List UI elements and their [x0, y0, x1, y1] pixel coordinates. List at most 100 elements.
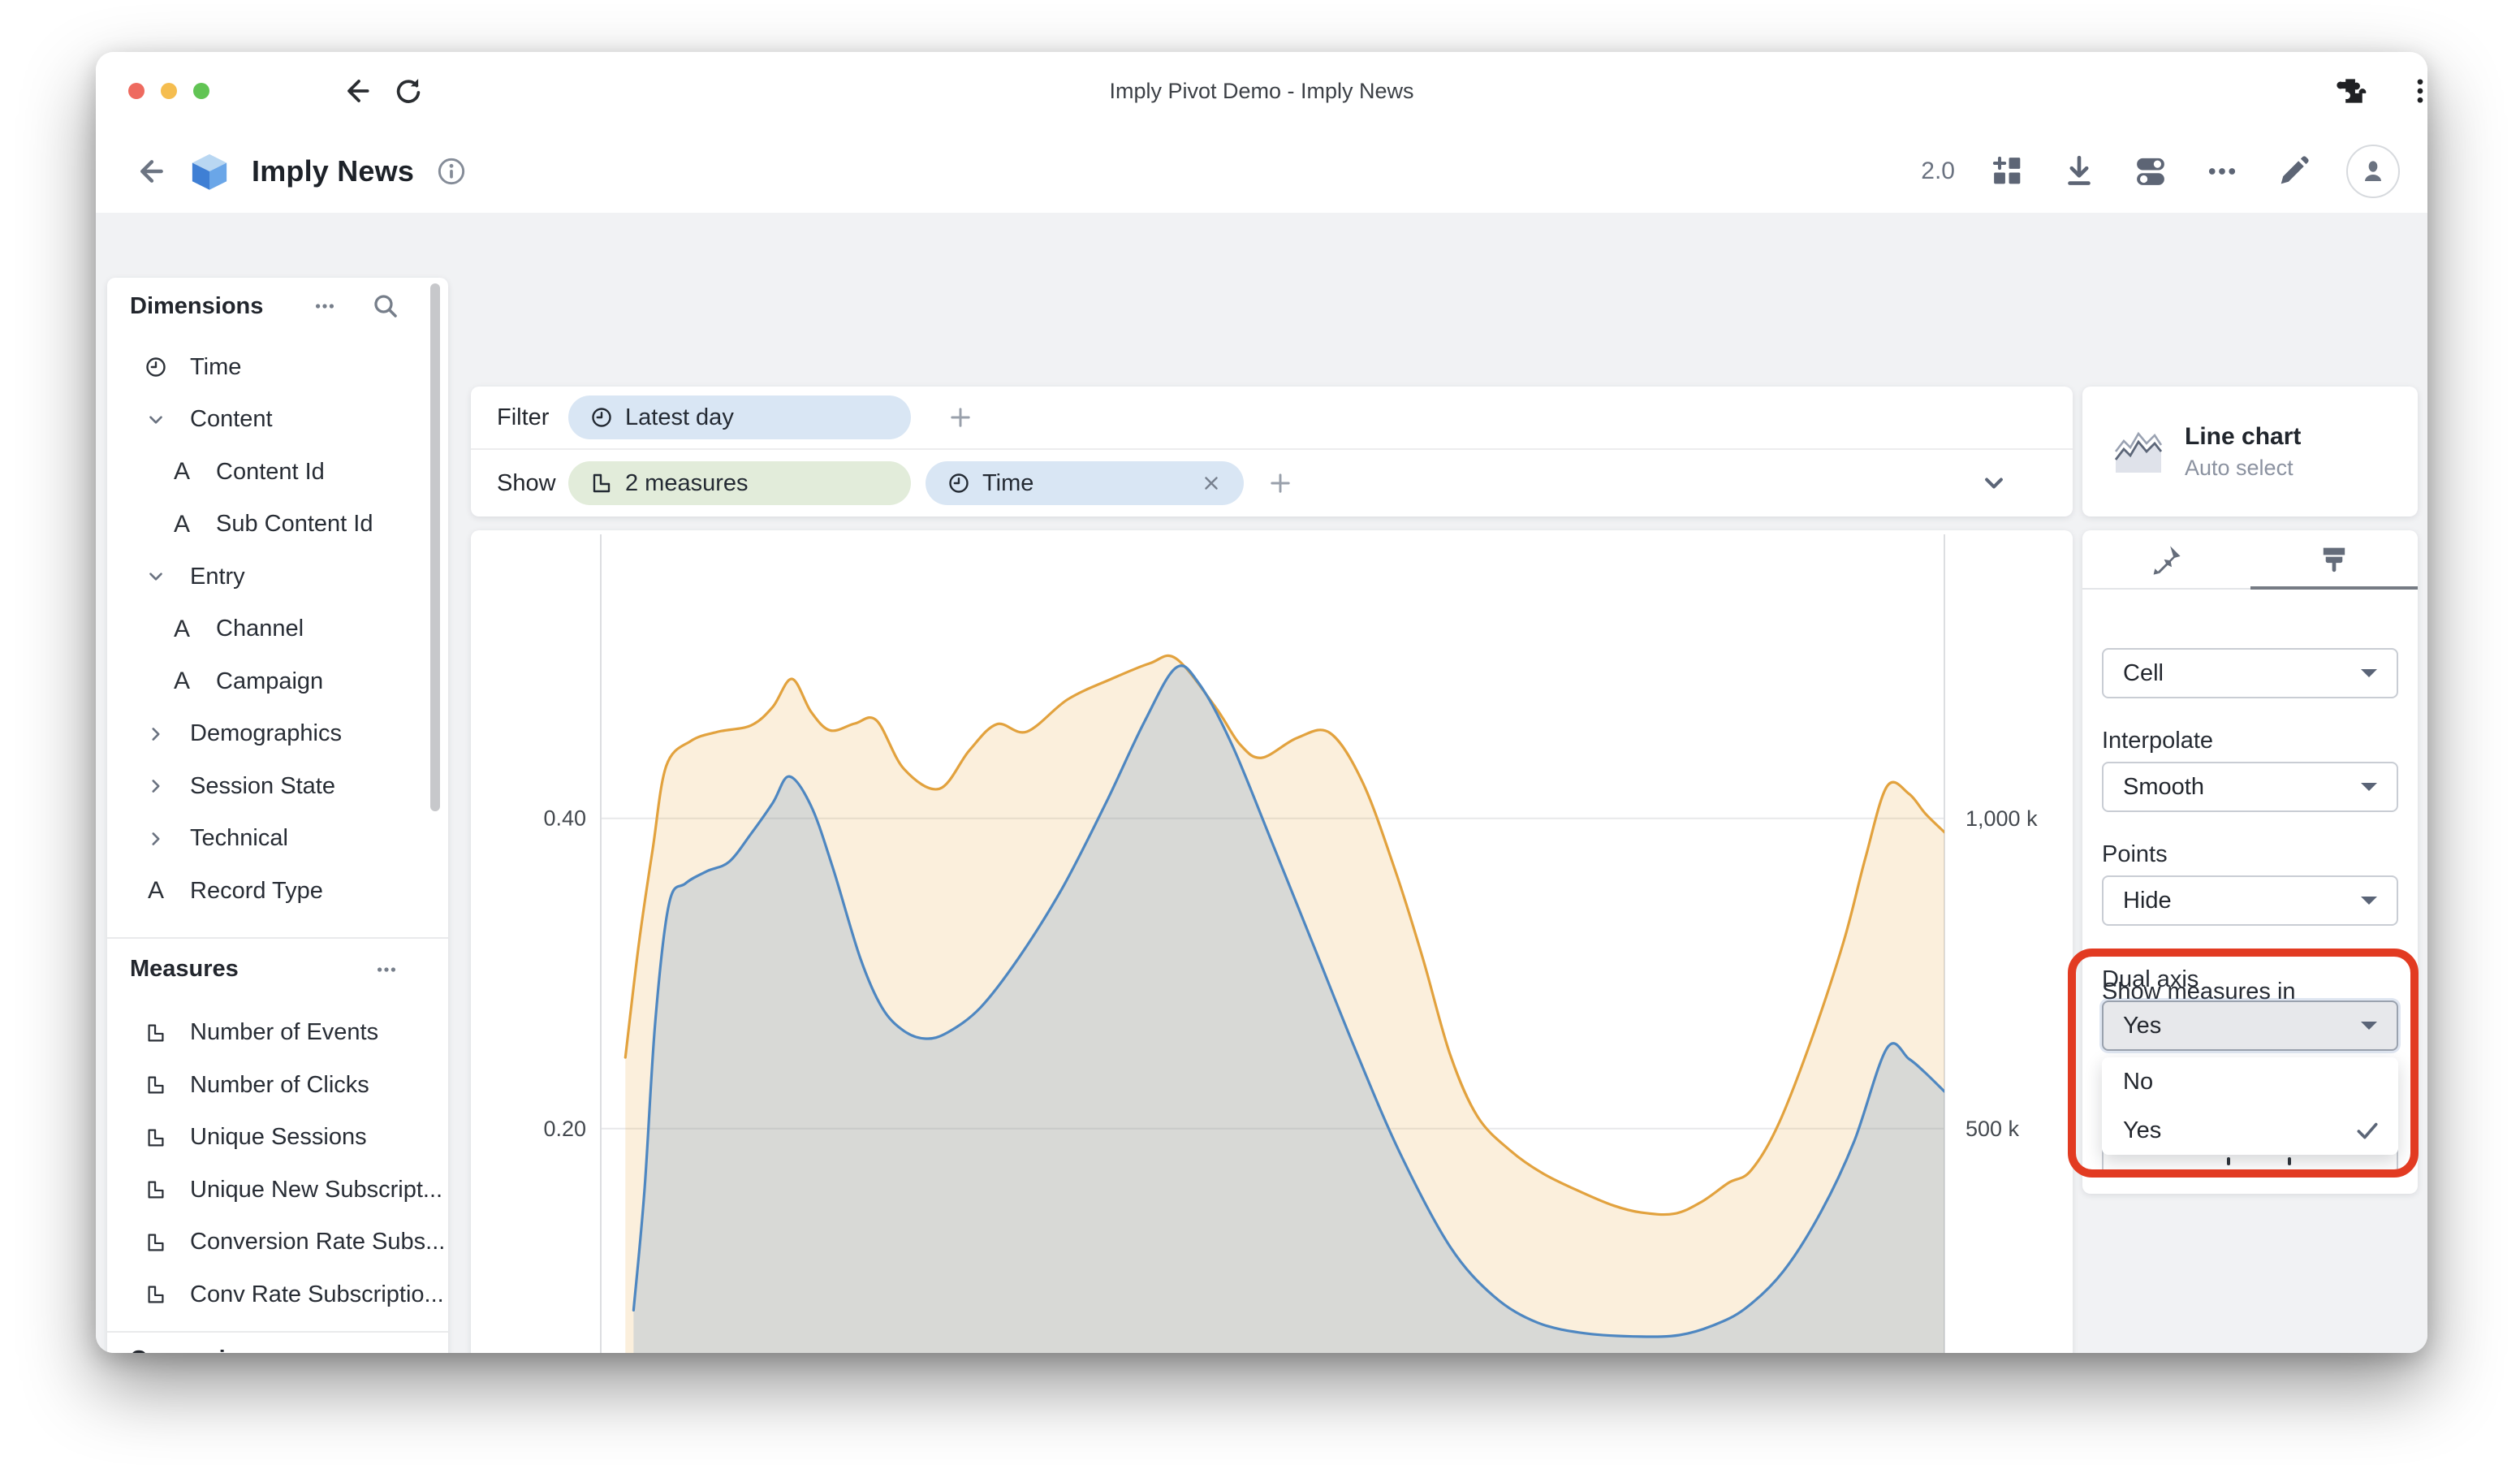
filter-show-bar: Filter Latest day Show	[471, 387, 2073, 516]
sidebar-item[interactable]: AContent Id	[107, 446, 448, 499]
right-axis-tick-label: 1,000 k	[1966, 806, 2038, 831]
sidebar-item[interactable]: ACampaign	[107, 655, 448, 708]
dimensions-header: Dimensions	[107, 278, 448, 335]
sidebar-item[interactable]: ASub Content Id	[107, 499, 448, 551]
letter-icon: A	[143, 877, 169, 905]
menu-option-yes[interactable]: Yes	[2102, 1106, 2398, 1155]
browser-window: Imply Pivot Demo - Imply News	[96, 52, 2427, 1353]
sidebar-item[interactable]: Session State	[107, 760, 448, 813]
show-measures-in-select[interactable]: Cell	[2102, 648, 2398, 698]
sidebar-item-label: Demographics	[190, 720, 342, 747]
search-icon[interactable]	[370, 291, 401, 322]
measures-more-icon[interactable]	[372, 955, 401, 984]
add-to-dashboard-icon[interactable]	[1989, 153, 2026, 190]
download-icon[interactable]	[2060, 153, 2098, 190]
sidebar-item[interactable]: Technical	[107, 813, 448, 866]
version-label: 2.0	[1921, 158, 1955, 185]
measure-icon	[143, 1126, 169, 1149]
extension-puzzle-icon[interactable]	[2335, 73, 2367, 106]
sidebar-item[interactable]: Time	[107, 341, 448, 394]
browser-titlebar: Imply Pivot Demo - Imply News	[96, 52, 2427, 130]
chevron-right-icon	[143, 775, 169, 797]
more-options-icon[interactable]	[2203, 153, 2241, 190]
chevron-right-icon	[143, 723, 169, 745]
chevron-down-icon	[143, 408, 169, 431]
edit-pencil-icon[interactable]	[2275, 153, 2312, 190]
sidebar-scrollbar[interactable]	[430, 283, 440, 811]
interpolate-select[interactable]: Smooth	[2102, 762, 2398, 812]
show-pill-time[interactable]: Time	[926, 461, 1244, 505]
screen: Imply Pivot Demo - Imply News	[0, 0, 2520, 1465]
sidebar-item[interactable]: Unique Sessions	[107, 1112, 448, 1165]
sidebar-item-label: Number of Clicks	[190, 1072, 369, 1099]
sidebar-item[interactable]: Content	[107, 394, 448, 447]
menu-option-no[interactable]: No	[2102, 1057, 2398, 1106]
dimensions-more-icon[interactable]	[310, 292, 339, 321]
measure-icon	[143, 1022, 169, 1044]
vis-type-label: Line chart	[2185, 423, 2301, 451]
filter-row: Filter Latest day	[471, 387, 2073, 448]
filter-pill-latest-day[interactable]: Latest day	[568, 395, 911, 439]
display-options-icon[interactable]	[2132, 153, 2169, 190]
sidebar-item-label: Channel	[216, 616, 304, 642]
measure-icon	[143, 1178, 169, 1201]
sidebar-item-label: Number of Events	[190, 1019, 378, 1046]
sidebar-item-label: Record Type	[190, 878, 323, 905]
imply-cube-logo-icon	[188, 150, 231, 192]
browser-menu-kebab-icon[interactable]	[2403, 74, 2427, 106]
tab-pinned[interactable]	[2082, 530, 2250, 590]
interpolate-label: Interpolate	[2102, 728, 2213, 754]
filter-label: Filter	[497, 404, 568, 431]
clock-icon	[947, 471, 971, 495]
line-chart[interactable]: 0.400.201,000 k500 k10AM4PM10PM4AM10AM	[471, 530, 2073, 1353]
chevron-down-icon	[2359, 1020, 2379, 1031]
sidebar-item[interactable]: Conv Rate Subscriptio...	[107, 1268, 448, 1321]
points-select[interactable]: Hide	[2102, 875, 2398, 926]
add-show-icon[interactable]	[1266, 469, 1294, 497]
vis-mode-label: Auto select	[2185, 456, 2301, 481]
sidebar-item-label: Content	[190, 406, 273, 433]
sidebar-item[interactable]: Unique New Subscript...	[107, 1164, 448, 1217]
sidebar-item-label: Sub Content Id	[216, 511, 373, 538]
show-row: Show 2 measures Time	[471, 450, 2073, 516]
sidebar-item-label: Content Id	[216, 459, 325, 486]
letter-icon: A	[169, 668, 195, 695]
app-back-icon[interactable]	[132, 153, 167, 189]
chevron-down-icon[interactable]	[1978, 468, 2009, 499]
user-avatar[interactable]	[2346, 145, 2400, 198]
chevron-down-icon	[143, 565, 169, 588]
tab-style[interactable]	[2250, 530, 2419, 590]
left-axis-tick-label: 0.40	[543, 806, 586, 831]
sidebar-item[interactable]: Demographics	[107, 708, 448, 761]
sidebar-item[interactable]: Number of Events	[107, 1007, 448, 1060]
sidebar-item-label: Session State	[190, 773, 335, 800]
right-axis-tick-label: 500 k	[1966, 1117, 2020, 1141]
letter-icon: A	[169, 616, 195, 643]
measure-icon	[143, 1074, 169, 1096]
sidebar-item-label: Conversion Rate Subs...	[190, 1229, 445, 1255]
chevron-down-icon	[2359, 895, 2379, 906]
remove-time-icon[interactable]	[1200, 472, 1223, 495]
sidebar-item[interactable]: A Channel	[107, 603, 448, 656]
brush-icon	[2316, 542, 2352, 578]
measure-icon	[589, 471, 614, 495]
sidebar-item[interactable]: A Record Type	[107, 865, 448, 918]
add-filter-icon[interactable]	[947, 404, 974, 431]
workspace: Dimensions TimeContentAContent IdASub Co…	[96, 213, 2427, 1353]
sidebar: Dimensions TimeContentAContent IdASub Co…	[107, 278, 448, 1353]
pin-icon	[2148, 542, 2184, 578]
sidebar-item[interactable]: Conversion Rate Subs...	[107, 1217, 448, 1269]
sidebar-item[interactable]: Number of Clicks	[107, 1059, 448, 1112]
measure-icon	[143, 1283, 169, 1306]
sidebar-item[interactable]: Entry	[107, 551, 448, 603]
settings-panel: Show measures in Cell Interpolate Smooth…	[2082, 530, 2418, 1194]
clock-icon	[143, 355, 169, 379]
info-icon[interactable]	[435, 155, 468, 188]
line-chart-icon	[2112, 426, 2165, 477]
sidebar-item-label: Unique New Subscript...	[190, 1177, 442, 1204]
dual-axis-select[interactable]: Yes	[2102, 1000, 2398, 1051]
visualization-card[interactable]: Line chart Auto select	[2082, 387, 2418, 516]
show-pill-measures[interactable]: 2 measures	[568, 461, 911, 505]
chevron-down-icon	[2359, 668, 2379, 679]
app-header: Imply News 2.0	[96, 130, 2427, 213]
